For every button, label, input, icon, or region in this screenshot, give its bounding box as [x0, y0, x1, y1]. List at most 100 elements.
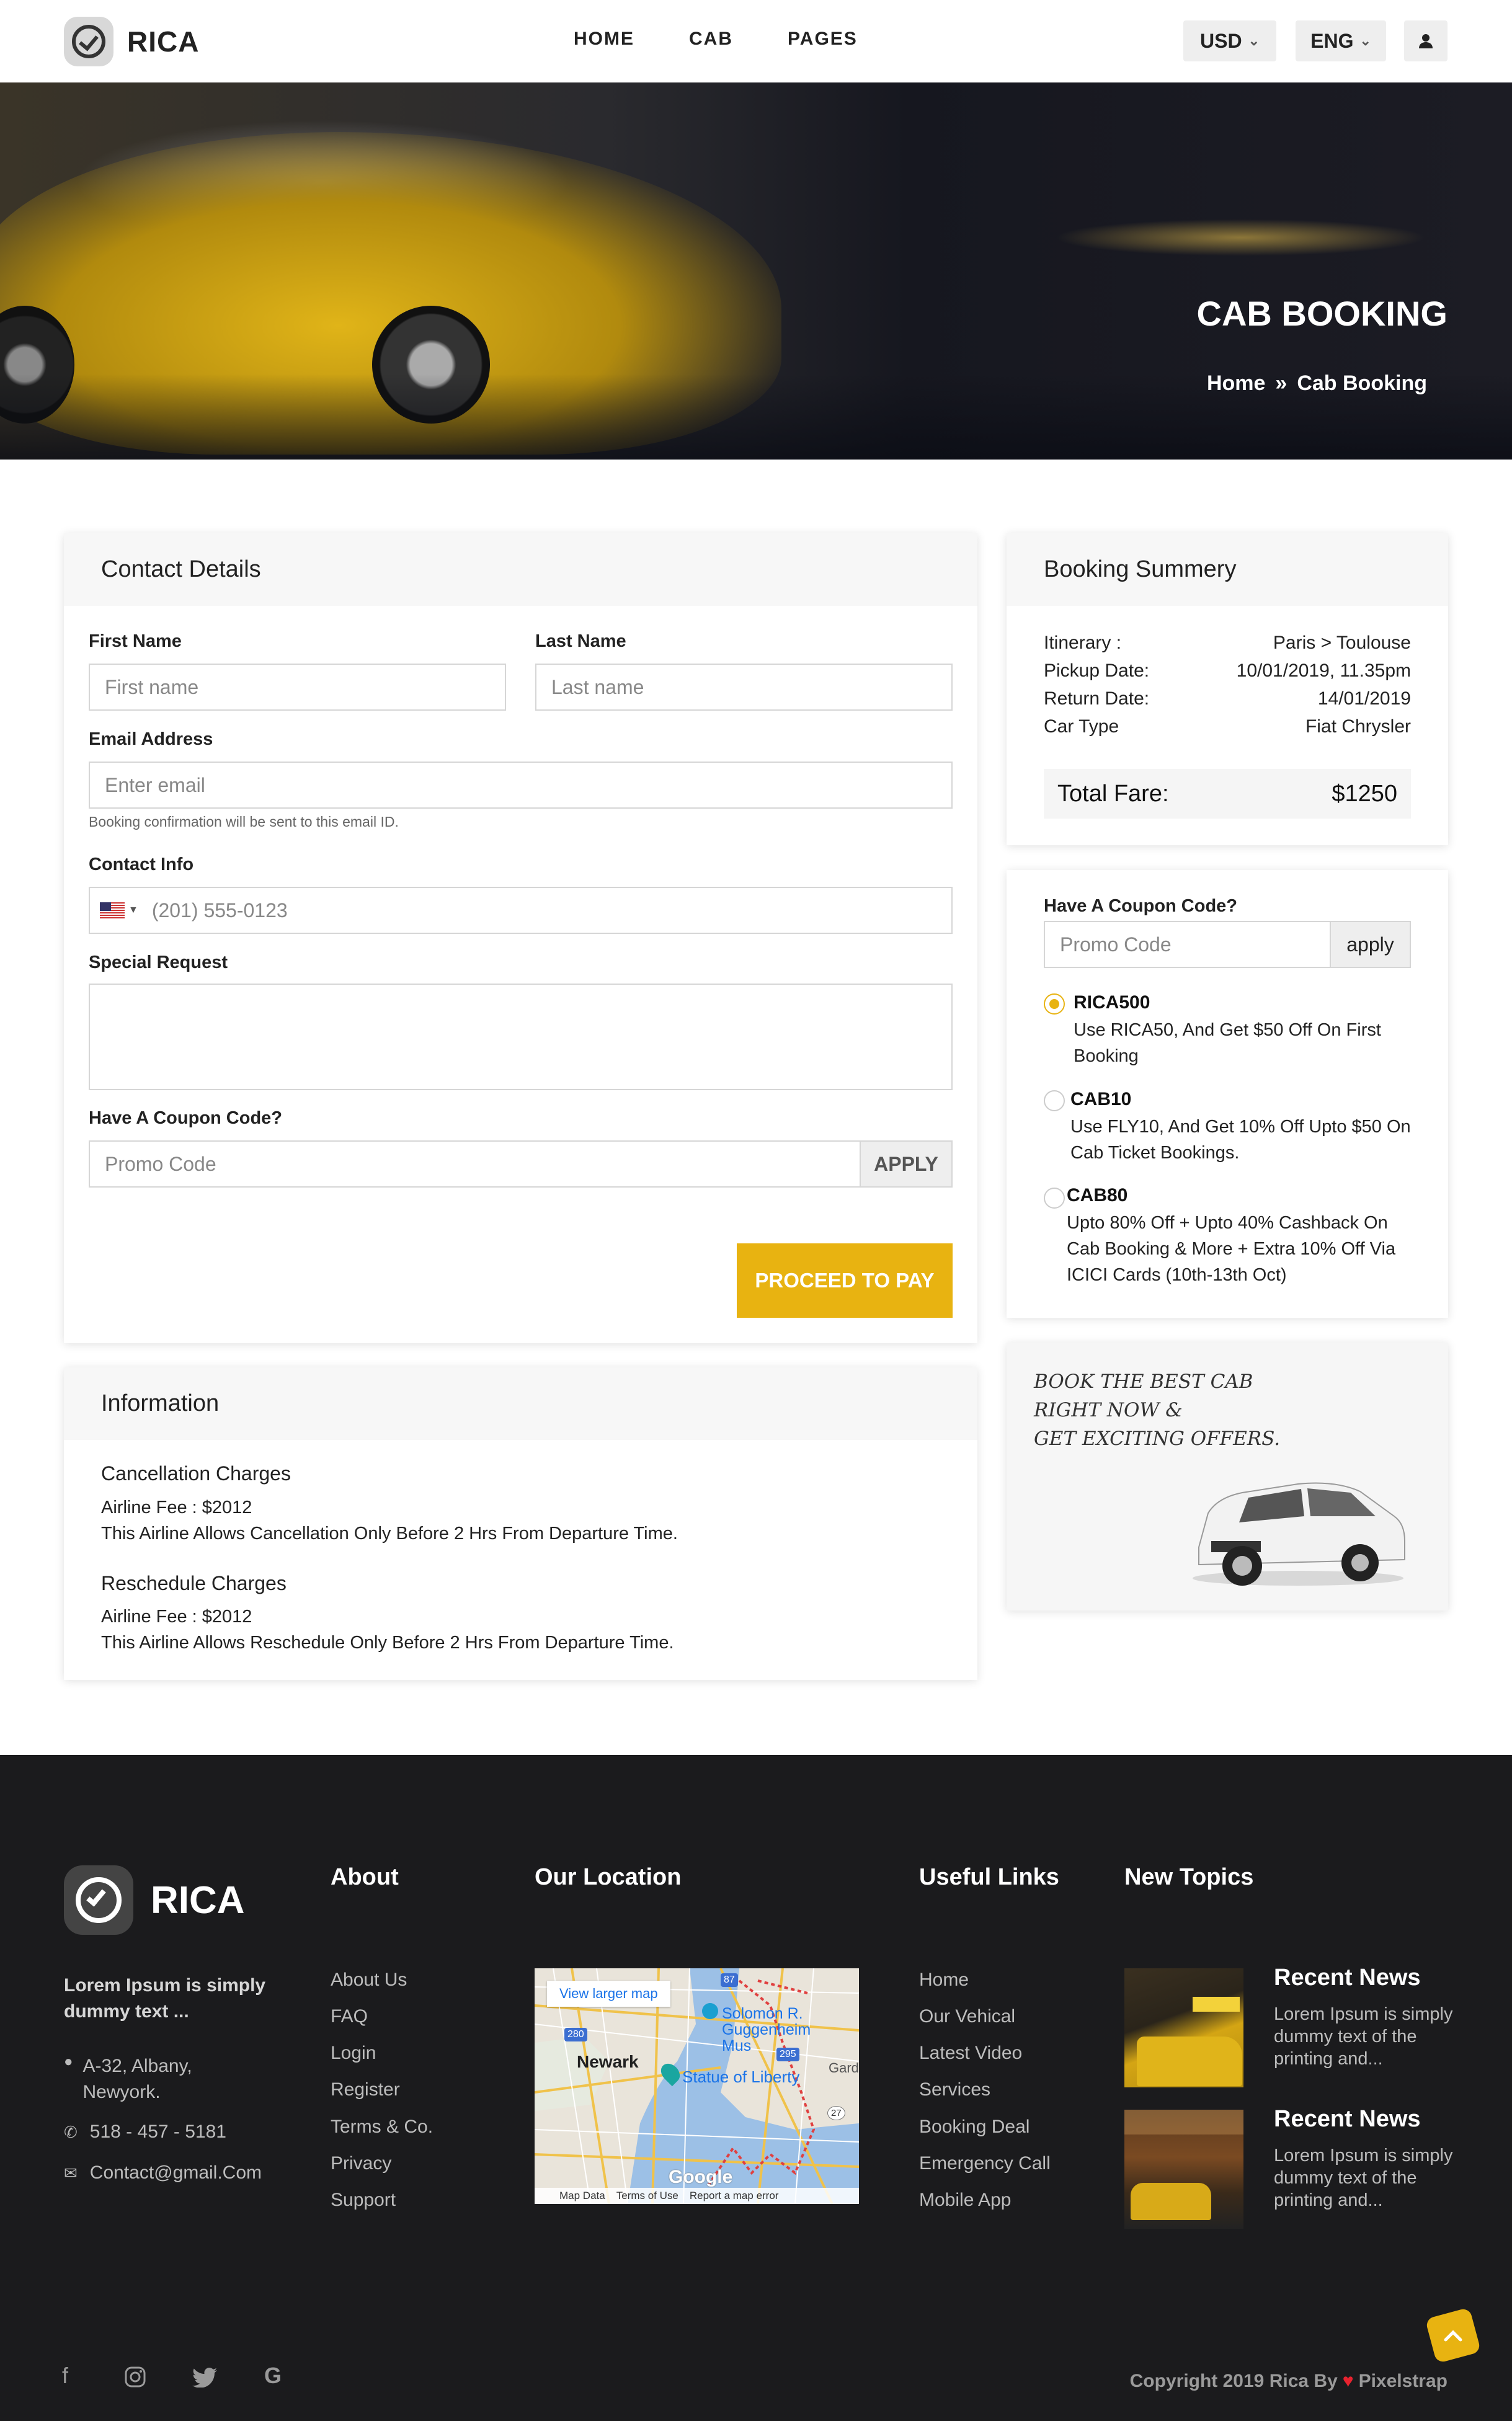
user-icon: [1419, 34, 1433, 48]
useful-link[interactable]: Our Vehical: [919, 2006, 1015, 2027]
coupon-description: Use FLY10, And Get 10% Off Upto $50 On C…: [1070, 1117, 1411, 1163]
email-input[interactable]: Enter email: [89, 762, 953, 809]
special-request-label: Special Request: [89, 953, 228, 972]
twitter-icon[interactable]: [192, 2368, 217, 2388]
useful-link[interactable]: Mobile App: [919, 2190, 1011, 2211]
useful-link[interactable]: Home: [919, 1970, 969, 1991]
phone-text: 518 - 457 - 5181: [89, 2121, 226, 2142]
language-dropdown[interactable]: ENG ⌄: [1296, 20, 1386, 61]
white-car-illustration: [1193, 1482, 1405, 1586]
coupon-radio-cab80[interactable]: [1044, 1188, 1065, 1209]
nav-cab[interactable]: CAB: [689, 29, 733, 50]
phone-icon: ✆: [64, 2122, 78, 2141]
hero-banner: CAB BOOKING Home » Cab Booking: [0, 82, 1512, 460]
summary-value: 10/01/2019, 11.35pm: [1236, 660, 1411, 681]
museum-pin-icon: [702, 2003, 718, 2019]
brand-logo[interactable]: RICA: [64, 17, 199, 66]
map-attribution-bar: Map Data Terms of Use Report a map error: [535, 2188, 859, 2204]
currency-value: USD: [1200, 29, 1242, 52]
about-heading: About: [331, 1864, 399, 1890]
chevron-down-icon: ⌄: [1248, 33, 1260, 48]
promo-banner[interactable]: BOOK THE BEST CAB RIGHT NOW & GET EXCITI…: [1007, 1343, 1448, 1610]
view-larger-map-link[interactable]: View larger map: [547, 1981, 670, 2007]
summary-label: Return Date:: [1044, 688, 1150, 709]
chevron-down-icon: ⌄: [1359, 33, 1371, 48]
coupon-description: Use RICA50, And Get $50 Off On First Boo…: [1074, 1020, 1381, 1066]
facebook-icon[interactable]: f: [62, 2363, 68, 2389]
copyright: Copyright 2019 Rica By ♥ Pixelstrap: [1130, 2371, 1448, 2392]
news-excerpt: Lorem Ipsum is simply dummy text of the …: [1274, 2004, 1453, 2069]
special-request-textarea[interactable]: [89, 984, 953, 1090]
location-map[interactable]: View larger map Solomon R. Guggenheim Mu…: [535, 1968, 859, 2204]
phone-input[interactable]: ▼ (201) 555-0123: [89, 887, 953, 934]
proceed-to-pay-button[interactable]: PROCEED TO PAY: [737, 1243, 953, 1318]
breadcrumb-current: Cab Booking: [1297, 371, 1427, 395]
news-thumbnail[interactable]: [1124, 1968, 1243, 2087]
about-link[interactable]: FAQ: [331, 2006, 368, 2027]
highway-shield: 87: [721, 1973, 738, 1987]
copyright-text: Copyright 2019 Rica By: [1129, 2371, 1338, 2391]
coupon-card: Have A Coupon Code? Promo Code apply RIC…: [1007, 870, 1448, 1318]
about-link[interactable]: Support: [331, 2190, 396, 2211]
last-name-input[interactable]: Last name: [535, 664, 953, 711]
coupon-box-label: Have A Coupon Code?: [1044, 896, 1238, 916]
copyright-author[interactable]: Pixelstrap: [1359, 2371, 1448, 2392]
nav-pages[interactable]: PAGES: [788, 29, 858, 50]
instagram-icon[interactable]: [124, 2366, 146, 2388]
footer-logo[interactable]: RICA: [64, 1865, 245, 1935]
summary-value: Paris > Toulouse: [1273, 633, 1411, 653]
news-title[interactable]: Recent News: [1274, 2106, 1421, 2133]
main-nav: HOME CAB PAGES: [574, 29, 912, 50]
user-account-button[interactable]: [1404, 20, 1448, 61]
coupon-code: CAB10: [1070, 1089, 1132, 1109]
map-data-link[interactable]: Map Data: [559, 2190, 605, 2202]
coupon-code: RICA500: [1074, 992, 1150, 1013]
about-link[interactable]: Privacy: [331, 2153, 391, 2174]
about-link[interactable]: Login: [331, 2043, 376, 2064]
map-report-link[interactable]: Report a map error: [690, 2190, 779, 2202]
promo-code-input[interactable]: Promo Code: [1044, 921, 1331, 968]
phone-placeholder: (201) 555-0123: [151, 899, 288, 922]
first-name-input[interactable]: First name: [89, 664, 506, 711]
currency-dropdown[interactable]: USD ⌄: [1183, 20, 1276, 61]
cancellation-text: This Airline Allows Cancellation Only Be…: [101, 1524, 678, 1544]
map-terms-link[interactable]: Terms of Use: [616, 2190, 678, 2202]
breadcrumb-home[interactable]: Home: [1207, 371, 1265, 396]
coupon-radio-rica500[interactable]: [1044, 993, 1065, 1015]
last-name-label: Last Name: [535, 631, 626, 651]
nav-home[interactable]: HOME: [574, 29, 634, 50]
news-title[interactable]: Recent News: [1274, 1965, 1421, 1991]
first-name-label: First Name: [89, 631, 182, 651]
location-heading: Our Location: [535, 1864, 682, 1890]
coupon-code: CAB80: [1067, 1185, 1128, 1206]
footer-email[interactable]: ✉ Contact@gmail.Com: [64, 2160, 262, 2186]
about-link[interactable]: About Us: [331, 1970, 407, 1991]
information-card: Information Cancellation Charges Airline…: [64, 1367, 977, 1680]
new-topics-heading: New Topics: [1124, 1864, 1254, 1890]
summary-row: Car Type Fiat Chrysler: [1044, 716, 1411, 737]
useful-link[interactable]: Booking Deal: [919, 2117, 1029, 2138]
apply-coupon-button[interactable]: APPLY: [860, 1140, 953, 1188]
brand-name: RICA: [127, 25, 200, 58]
location-pin-icon: ●: [64, 2053, 73, 2070]
booking-summary-card: Booking Summery Itinerary : Paris > Toul…: [1007, 533, 1448, 845]
google-icon[interactable]: G: [264, 2363, 282, 2389]
coupon-input[interactable]: Promo Code: [89, 1140, 864, 1188]
cancellation-heading: Cancellation Charges: [101, 1462, 291, 1485]
contact-details-title: Contact Details: [64, 533, 977, 606]
about-link[interactable]: Terms & Co.: [331, 2117, 433, 2138]
summary-label: Car Type: [1044, 716, 1119, 737]
about-link[interactable]: Register: [331, 2079, 400, 2100]
reschedule-fee: Airline Fee : $2012: [101, 1607, 252, 1627]
highway-shield: 295: [776, 2048, 799, 2061]
coupon-radio-cab10[interactable]: [1044, 1090, 1065, 1111]
apply-promo-button[interactable]: apply: [1330, 921, 1411, 968]
useful-link[interactable]: Services: [919, 2079, 990, 2100]
map-label: Solomon R. Guggenheim Mus: [722, 2005, 811, 2055]
highway-shield: 280: [564, 2028, 587, 2041]
country-flag-dropdown[interactable]: ▼: [100, 902, 138, 918]
summary-value: Fiat Chrysler: [1305, 716, 1411, 737]
news-thumbnail[interactable]: [1124, 2110, 1243, 2229]
useful-link[interactable]: Latest Video: [919, 2043, 1022, 2064]
useful-link[interactable]: Emergency Call: [919, 2153, 1051, 2174]
